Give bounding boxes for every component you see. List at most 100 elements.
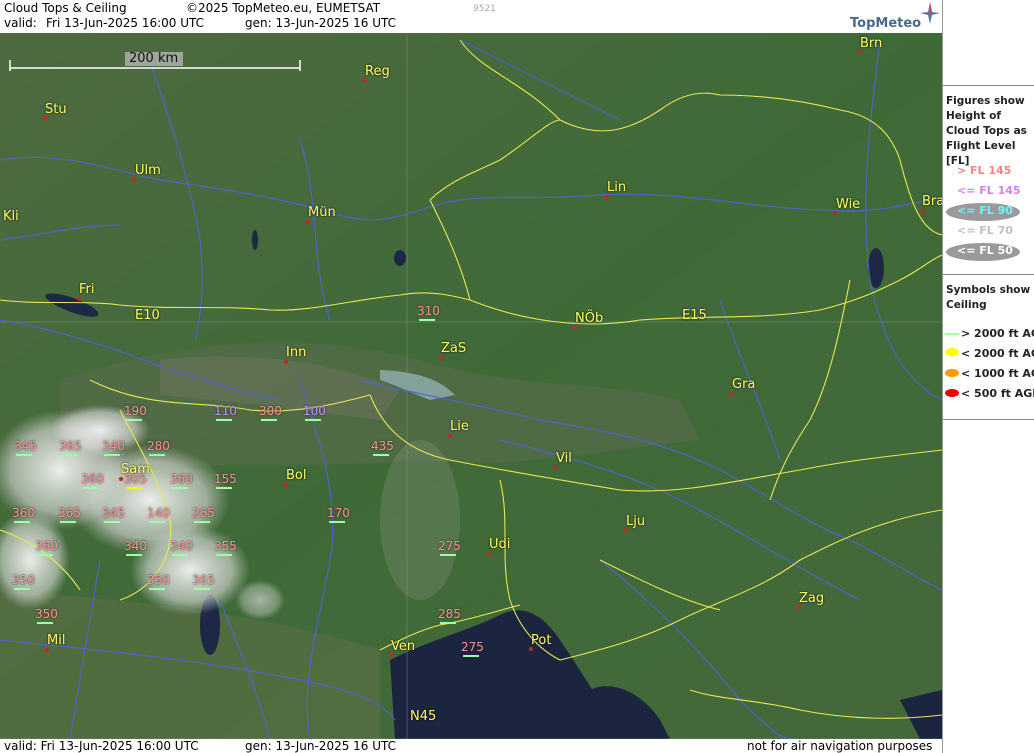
cloud-top-value: 340 <box>102 439 125 453</box>
ceiling-symbol <box>126 554 142 556</box>
ceiling-symbol <box>126 487 142 489</box>
cloud-top-value: 100 <box>303 404 326 418</box>
ceiling-symbol <box>419 319 435 321</box>
ceiling-symbol <box>149 521 165 523</box>
ceiling-symbol <box>373 454 389 456</box>
ceiling-symbol <box>104 454 120 456</box>
ceiling-legend-title: Symbols show Ceiling <box>946 284 1031 311</box>
city-label: Mil <box>47 633 66 648</box>
ceiling-legend-label: > 2000 ft AGL <box>961 327 1034 340</box>
cloud-top-value: 355 <box>214 539 237 553</box>
city-marker <box>306 220 310 224</box>
city-marker <box>284 483 288 487</box>
cloud-tops-legend: Figures show Height of Cloud Tops as Fli… <box>943 85 1034 274</box>
ceiling-symbol <box>14 588 30 590</box>
cloud-top-value: 350 <box>35 607 58 621</box>
city-marker <box>857 50 861 54</box>
cloud-top-value: 190 <box>124 404 147 418</box>
ceiling-symbol <box>463 655 479 657</box>
product-code: 9521 <box>473 4 496 14</box>
cloud-top-value: 155 <box>214 472 237 486</box>
ceiling-symbol <box>37 554 53 556</box>
city-marker <box>448 434 452 438</box>
cloud-top-value: 365 <box>192 573 215 587</box>
city-label: Udi <box>489 537 511 552</box>
satellite-map[interactable] <box>0 33 942 739</box>
city-label: Bol <box>286 468 307 483</box>
ceiling-legend-label: < 500 ft AGL <box>961 387 1034 400</box>
cloud-top-value: 365 <box>58 506 81 520</box>
ceiling-legend-label: < 2000 ft AGL <box>961 347 1034 360</box>
city-label: Fri <box>79 282 95 297</box>
city-marker <box>921 209 925 213</box>
ceiling-symbol <box>126 419 142 421</box>
city-marker <box>605 195 609 199</box>
city-marker <box>45 648 49 652</box>
cloud-top-value: 365 <box>59 439 82 453</box>
city-label: Lie <box>450 419 469 434</box>
valid-label: valid: <box>4 16 37 30</box>
city-label: Ven <box>391 639 416 654</box>
cloud-top-legend-item: > FL 145 <box>943 162 1034 180</box>
cloud-top-value: 340 <box>170 539 193 553</box>
ceiling-symbol <box>60 521 76 523</box>
ceiling-symbol <box>37 622 53 624</box>
ceiling-symbol-icon <box>945 369 959 377</box>
ceiling-symbol <box>83 487 99 489</box>
city-label: Gra <box>732 377 756 392</box>
city-label: Ulm <box>135 163 161 178</box>
city-marker <box>797 605 801 609</box>
cloud-top-legend-label: > FL 145 <box>957 164 1012 177</box>
city-label: Inn <box>286 345 307 360</box>
ceiling-symbol <box>440 622 456 624</box>
city-marker <box>389 653 393 657</box>
city-label: Stu <box>45 102 67 117</box>
scale-bar-label: 200 km <box>129 51 179 66</box>
ceiling-legend-item: < 500 ft AGL <box>943 385 1034 403</box>
cloud-top-value: 110 <box>214 404 237 418</box>
city-marker <box>119 477 123 481</box>
city-marker <box>439 356 443 360</box>
product-title: Cloud Tops & Ceiling <box>4 1 127 15</box>
cloud-top-value: 140 <box>147 506 170 520</box>
city-marker <box>487 552 491 556</box>
city-label: Lju <box>626 514 646 529</box>
map-footer: valid: Fri 13-Jun-2025 16:00 UTC gen: 13… <box>0 739 942 753</box>
city-marker <box>77 297 81 301</box>
cloud-top-value: 300 <box>259 404 282 418</box>
ceiling-symbol <box>194 588 210 590</box>
ceiling-legend: Symbols show Ceiling > 2000 ft AGL < 2000… <box>943 274 1034 420</box>
cloud-top-value: 345 <box>14 439 37 453</box>
footer-valid: valid: Fri 13-Jun-2025 16:00 UTC <box>4 739 199 753</box>
cloud-top-value: 170 <box>327 506 350 520</box>
ceiling-symbol <box>104 521 120 523</box>
cloud-top-value: 340 <box>124 539 147 553</box>
footer-disclaimer: not for air navigation purposes <box>747 739 933 753</box>
ceiling-symbol <box>172 487 188 489</box>
city-label: N45 <box>410 709 437 724</box>
cloud-top-value: 275 <box>461 640 484 654</box>
cloud-top-value: 350 <box>147 573 170 587</box>
city-marker <box>132 178 136 182</box>
ceiling-symbol <box>440 554 456 556</box>
ceiling-symbol <box>216 419 232 421</box>
city-marker <box>573 325 577 329</box>
cloud-top-legend-label: <= FL 50 <box>957 244 1013 257</box>
city-marker <box>529 647 533 651</box>
ceiling-symbol <box>329 521 345 523</box>
city-marker <box>624 528 628 532</box>
ceiling-symbol <box>149 454 165 456</box>
cloud-top-value: 360 <box>170 472 193 486</box>
cloud-top-value: 360 <box>81 472 104 486</box>
city-label: Brn <box>860 36 883 51</box>
cloud-top-value: 305 <box>124 472 147 486</box>
city-label: Mün <box>308 205 336 220</box>
city-marker <box>43 116 47 120</box>
ceiling-legend-item: > 2000 ft AGL <box>943 325 1034 343</box>
ceiling-symbol <box>14 521 30 523</box>
compass-logo-icon <box>920 2 940 24</box>
city-label: E15 <box>682 308 707 323</box>
city-label: E10 <box>135 308 160 323</box>
city-marker <box>284 360 288 364</box>
ceiling-symbol <box>172 554 188 556</box>
